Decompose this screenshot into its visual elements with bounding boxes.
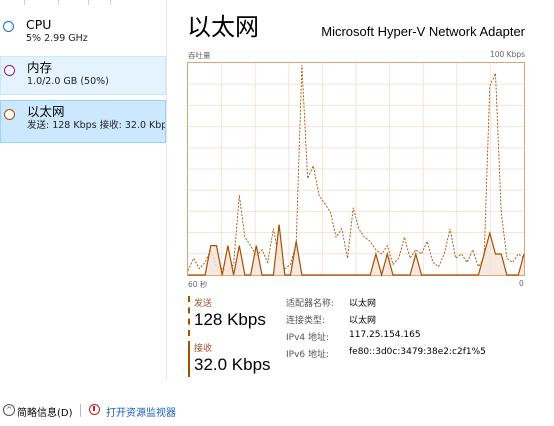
adapter-name-value: 以太网 — [349, 299, 377, 309]
recv-label: 接收 — [194, 344, 213, 354]
recv-indicator — [188, 341, 190, 377]
y-axis-label: 吞吐量 — [188, 51, 211, 60]
sidebar-item-detail: 5% 2.99 GHz — [26, 33, 88, 44]
tab-stub[interactable] — [88, 0, 111, 5]
x-end-label: 0 — [519, 279, 524, 288]
send-value: 128 Kbps — [194, 310, 266, 329]
x-start-label: 60 秒 — [188, 280, 208, 289]
sidebar-item-label: CPU — [26, 17, 52, 32]
ipv6-label: IPv6 地址: — [286, 350, 330, 360]
send-label: 发送 — [194, 299, 213, 309]
sidebar: CPU 5% 2.99 GHz 内存 1.0/2.0 GB (50%) 以太网 … — [0, 0, 167, 380]
adapter-name-label: 适配器名称: — [286, 299, 335, 309]
sidebar-item-ethernet[interactable]: 以太网 发送: 128 Kbps 接收: 32.0 Kbps — [0, 100, 166, 143]
top-tabs-strip — [0, 0, 166, 5]
ipv6-value: fe80::3d0c:3479:38e2:c2f1%5 — [349, 347, 486, 357]
divider — [80, 404, 81, 417]
sidebar-item-detail: 1.0/2.0 GB (50%) — [27, 76, 109, 87]
tab-stub[interactable] — [58, 0, 89, 5]
chevron-up-icon[interactable]: ^ — [3, 404, 15, 416]
sidebar-item-detail: 发送: 128 Kbps 接收: 32.0 Kbps — [27, 120, 165, 131]
sidebar-item-memory[interactable]: 内存 1.0/2.0 GB (50%) — [0, 56, 166, 95]
memory-indicator-icon — [4, 65, 15, 76]
sidebar-item-label: 内存 — [27, 60, 53, 75]
connection-type-label: 连接类型: — [286, 316, 326, 326]
connection-type-value: 以太网 — [349, 316, 377, 326]
y-max-label: 100 Kbps — [489, 50, 525, 59]
open-resource-monitor-link[interactable]: 打开资源监视器 — [106, 404, 176, 419]
ipv4-label: IPv4 地址: — [286, 333, 330, 343]
ethernet-indicator-icon — [4, 109, 15, 120]
fewer-details-button[interactable]: 简略信息(D) — [17, 404, 73, 419]
throughput-chart — [187, 62, 525, 277]
adapter-name: Microsoft Hyper-V Network Adapter — [321, 24, 525, 39]
resource-monitor-icon[interactable] — [89, 404, 100, 415]
cpu-indicator-icon — [3, 21, 14, 32]
footer: ^ 简略信息(D) 打开资源监视器 — [0, 400, 554, 426]
tab-stub[interactable] — [0, 0, 25, 5]
sidebar-item-label: 以太网 — [27, 104, 65, 119]
send-indicator — [188, 296, 190, 336]
ipv4-value: 117.25.154.165 — [349, 330, 421, 340]
tab-stub[interactable] — [24, 0, 59, 5]
recv-value: 32.0 Kbps — [194, 355, 271, 374]
page-title: 以太网 — [187, 13, 259, 41]
throughput-chart-svg — [188, 63, 525, 277]
sidebar-item-cpu[interactable]: CPU 5% 2.99 GHz — [0, 14, 166, 50]
